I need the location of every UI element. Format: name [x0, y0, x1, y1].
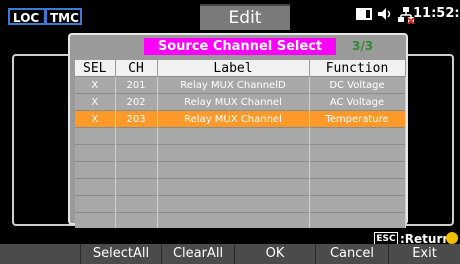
cell-label: Relay MUX ChannelD [157, 76, 310, 94]
cell-function: AC Voltage [309, 93, 406, 111]
table-row-empty[interactable] [75, 178, 406, 196]
cell-label: Relay MUX Channel [157, 110, 310, 128]
table-row-empty[interactable] [75, 127, 406, 145]
table-row[interactable]: X 201 Relay MUX ChannelD DC Voltage [75, 76, 406, 94]
exit-button[interactable]: Exit [389, 244, 460, 264]
cell-function: DC Voltage [309, 76, 406, 94]
memory-icon [356, 8, 372, 20]
cell-function: Temperature [309, 110, 406, 128]
cell-ch: 203 [115, 110, 158, 128]
ok-button[interactable]: OK [235, 244, 316, 264]
cancel-button[interactable]: Cancel [316, 244, 389, 264]
cell-sel: X [75, 76, 116, 94]
cell-sel: X [75, 110, 116, 128]
col-label-header: Label [157, 60, 310, 77]
speaker-icon [378, 8, 391, 20]
clear-all-button[interactable]: ClearAll [162, 244, 235, 264]
cell-sel: X [75, 93, 116, 111]
status-bar: LOC TMC Edit 11:52:55 [0, 0, 460, 30]
table-row-empty[interactable] [75, 212, 406, 229]
col-function-header: Function [309, 60, 406, 77]
instrument-screen: LOC TMC Edit 11:52:55 Source Channel Sel… [0, 0, 460, 264]
tab-edit[interactable]: Edit [200, 4, 290, 30]
channel-table: SEL CH Label Function X 201 Relay MUX Ch… [75, 60, 406, 229]
cell-label: Relay MUX Channel [157, 93, 310, 111]
softkey-bar: SelectAll ClearAll OK Cancel Exit [0, 244, 460, 264]
table-row-empty[interactable] [75, 195, 406, 213]
select-all-button[interactable]: SelectAll [81, 244, 162, 264]
dialog-title: Source Channel Select [144, 38, 336, 55]
tmc-badge: TMC [45, 8, 82, 25]
col-sel-header: SEL [75, 60, 116, 77]
softkey-blank [0, 244, 81, 264]
table-row[interactable]: X 202 Relay MUX Channel AC Voltage [75, 93, 406, 111]
table-row-empty[interactable] [75, 161, 406, 179]
cell-ch: 201 [115, 76, 158, 94]
page-indicator: 3/3 [352, 39, 374, 53]
col-ch-header: CH [115, 60, 158, 77]
table-row-selected[interactable]: X 203 Relay MUX Channel Temperature [75, 110, 406, 128]
table-row-empty[interactable] [75, 144, 406, 162]
cell-ch: 202 [115, 93, 158, 111]
loc-badge: LOC [8, 8, 46, 25]
clock: 11:52:55 [413, 6, 460, 21]
return-icon [446, 232, 458, 244]
